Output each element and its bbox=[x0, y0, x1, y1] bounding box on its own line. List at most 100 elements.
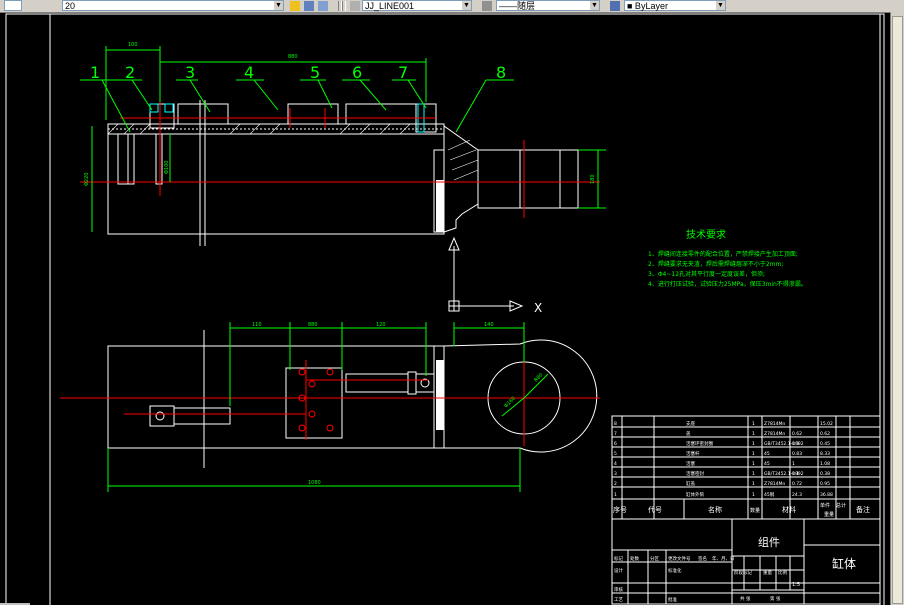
svg-text:0.72: 0.72 bbox=[792, 481, 802, 487]
rod-eye-outline bbox=[443, 339, 598, 453]
svg-text:1.08: 1.08 bbox=[820, 461, 830, 467]
section-view: 100 880 Φ220 Φ100 180 1 2 3 4 5 6 7 8 bbox=[80, 42, 606, 246]
svg-text:总计: 总计 bbox=[836, 502, 846, 509]
svg-text:1: 1 bbox=[752, 421, 755, 427]
svg-text:重量: 重量 bbox=[763, 569, 772, 576]
dim-text: 180 bbox=[590, 174, 596, 184]
svg-text:阶段标记: 阶段标记 bbox=[734, 569, 752, 576]
svg-text:45: 45 bbox=[764, 451, 770, 457]
vertical-scrollbar[interactable] bbox=[890, 12, 904, 605]
layer-state-icon[interactable] bbox=[4, 0, 22, 11]
balloon-5: 5 bbox=[310, 63, 320, 82]
svg-text:0.95: 0.95 bbox=[820, 481, 830, 487]
bolt-holes bbox=[298, 368, 334, 432]
svg-text:批准: 批准 bbox=[668, 596, 677, 603]
chevron-down-icon[interactable]: ▼ bbox=[462, 1, 471, 10]
layer-match-icon[interactable] bbox=[318, 1, 328, 11]
svg-text:签名: 签名 bbox=[698, 555, 707, 562]
layer-manager-icon[interactable] bbox=[290, 1, 300, 11]
svg-text:3: 3 bbox=[614, 471, 617, 477]
dim-text: Φ100 bbox=[164, 161, 170, 174]
svg-text:1: 1 bbox=[614, 492, 617, 498]
part-name: 缸体 bbox=[832, 556, 856, 571]
plan-cylinder bbox=[107, 345, 445, 449]
scrollbar-thumb[interactable] bbox=[892, 16, 903, 604]
balloon-6: 6 bbox=[352, 63, 362, 82]
svg-text:代号: 代号 bbox=[648, 505, 662, 514]
svg-text:缸体外筒: 缸体外筒 bbox=[686, 491, 704, 498]
svg-text:分区: 分区 bbox=[650, 555, 659, 562]
svg-text:45: 45 bbox=[764, 461, 770, 467]
clevis-arm bbox=[477, 149, 579, 209]
ucs-x-label: X bbox=[534, 301, 542, 315]
dim-text: Φ220 bbox=[84, 173, 90, 186]
svg-text:第 张: 第 张 bbox=[770, 595, 781, 602]
svg-text:更改文件号: 更改文件号 bbox=[668, 555, 691, 562]
balloon-4: 4 bbox=[244, 63, 254, 82]
svg-text:2: 2 bbox=[614, 481, 617, 487]
tech-notes-title: 技术要求 bbox=[686, 228, 726, 241]
balloon-8: 8 bbox=[496, 63, 506, 82]
svg-text:重量: 重量 bbox=[824, 511, 834, 518]
svg-text:4: 4 bbox=[614, 461, 617, 467]
svg-text:Z7814Mn: Z7814Mn bbox=[764, 421, 785, 427]
svg-text:0.62: 0.62 bbox=[792, 431, 802, 437]
color-combo-value: ■ ByLayer bbox=[627, 1, 668, 11]
svg-text:1: 1 bbox=[792, 461, 795, 467]
flange-plate bbox=[285, 367, 343, 439]
svg-text:活塞环密封圈: 活塞环密封圈 bbox=[686, 440, 713, 447]
tech-note-line: 1、焊缝间连接零件的配合位置，严禁焊接产生加工顶面; bbox=[648, 250, 798, 258]
svg-text:单件: 单件 bbox=[820, 502, 830, 509]
svg-text:1: 1 bbox=[752, 492, 755, 498]
svg-text:名称: 名称 bbox=[708, 505, 722, 514]
dim-text: 110 bbox=[252, 322, 262, 328]
dim-text: 880 bbox=[288, 54, 298, 60]
svg-text:1: 1 bbox=[752, 481, 755, 487]
chevron-down-icon[interactable]: ▼ bbox=[274, 1, 283, 10]
tech-note-line: 4、进行打压试验，试验压力25MPa，保压3min不得渗漏。 bbox=[648, 280, 807, 288]
svg-text:8.33: 8.33 bbox=[820, 451, 830, 457]
plan-view: 110 880 120 140 R80 Φ160 1080 bbox=[60, 322, 600, 492]
assembly-label: 组件 bbox=[758, 535, 780, 549]
piston bbox=[177, 103, 229, 125]
svg-text:6: 6 bbox=[614, 441, 617, 447]
toolbar-separator bbox=[342, 1, 346, 11]
chevron-down-icon[interactable]: ▼ bbox=[716, 1, 725, 10]
balloon-7: 7 bbox=[398, 63, 408, 82]
svg-text:1: 1 bbox=[752, 461, 755, 467]
svg-text:审核: 审核 bbox=[614, 586, 623, 593]
lineweight-icon bbox=[482, 1, 492, 11]
balloon-2: 2 bbox=[125, 63, 135, 82]
svg-text:1: 1 bbox=[752, 451, 755, 457]
lineweight-combo[interactable]: ——随层 ▼ bbox=[496, 0, 600, 11]
dim-text: 100 bbox=[128, 42, 138, 48]
model-space-canvas[interactable]: 100 880 Φ220 Φ100 180 1 2 3 4 5 6 7 8 技术… bbox=[0, 12, 890, 605]
bom-rows: 8 支座 1 Z7814Mn 15.02 7 盖 1 Z7814Mn 0.62 … bbox=[614, 420, 833, 498]
svg-text:活塞杆: 活塞杆 bbox=[686, 450, 700, 457]
chevron-down-icon[interactable]: ▼ bbox=[590, 1, 599, 10]
svg-text:工艺: 工艺 bbox=[614, 597, 623, 603]
color-combo[interactable]: ■ ByLayer ▼ bbox=[624, 0, 726, 11]
linetype-combo[interactable]: JJ_LINE001 ▼ bbox=[362, 0, 472, 11]
svg-text:支座: 支座 bbox=[686, 420, 695, 427]
dim-text: 140 bbox=[484, 322, 494, 328]
svg-text:1: 1 bbox=[752, 441, 755, 447]
layer-previous-icon[interactable] bbox=[304, 1, 314, 11]
svg-text:材料: 材料 bbox=[782, 505, 796, 514]
tech-note-line: 3、Φ4~12孔对其平行度一定度误差，但须; bbox=[648, 270, 765, 278]
clevis-outline bbox=[443, 125, 479, 233]
svg-text:年、月、日: 年、月、日 bbox=[712, 555, 735, 562]
layer-combo[interactable]: 20 ▼ bbox=[62, 0, 284, 11]
svg-text:标记: 标记 bbox=[614, 555, 623, 562]
svg-text:处数: 处数 bbox=[630, 555, 639, 562]
color-icon bbox=[610, 1, 620, 11]
technical-requirements: 技术要求 1、焊缝间连接零件的配合位置，严禁焊接产生加工顶面; 2、焊缝要求无夹… bbox=[648, 228, 807, 288]
svg-text:序号: 序号 bbox=[613, 505, 627, 514]
svg-text:共 张: 共 张 bbox=[740, 595, 751, 602]
scale-value: 1:5 bbox=[792, 582, 800, 588]
cylinder-body bbox=[107, 123, 445, 235]
outer-frame bbox=[5, 13, 885, 605]
svg-text:8: 8 bbox=[614, 421, 617, 427]
lineweight-combo-value: ——随层 bbox=[499, 1, 536, 11]
linetype-icon bbox=[350, 1, 360, 11]
